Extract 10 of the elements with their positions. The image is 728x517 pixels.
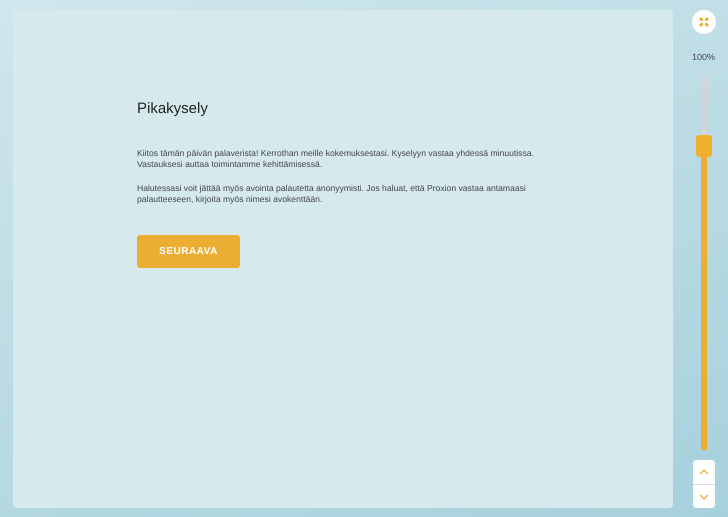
intro-paragraph: Kiitos tämän päivän palaverista! Kerrothan meille kokemuksestasi. Kyselyyn vastaa yhdessä minuutissa. Vastauksesi auttaa toimintamme kehittämisessä.: [137, 148, 535, 170]
slider-thumb[interactable]: [696, 134, 712, 157]
collapse-icon: [698, 17, 708, 27]
zoom-reading: 100%: [692, 51, 716, 64]
next-button[interactable]: SEURAAVA: [137, 234, 240, 268]
fullscreen-button[interactable]: [692, 10, 716, 34]
chevron-up-icon: [698, 469, 708, 475]
chevron-down-icon: [698, 494, 708, 500]
survey-title: Pikakysely: [137, 100, 209, 118]
intro-paragraph: Halutessasi voit jättää myös avointa palautetta anonyymisti. Jos haluat, että Proxion vastaa antamaasi palautteeseen, kirjoita myös nimesi avokenttään.: [137, 182, 527, 205]
